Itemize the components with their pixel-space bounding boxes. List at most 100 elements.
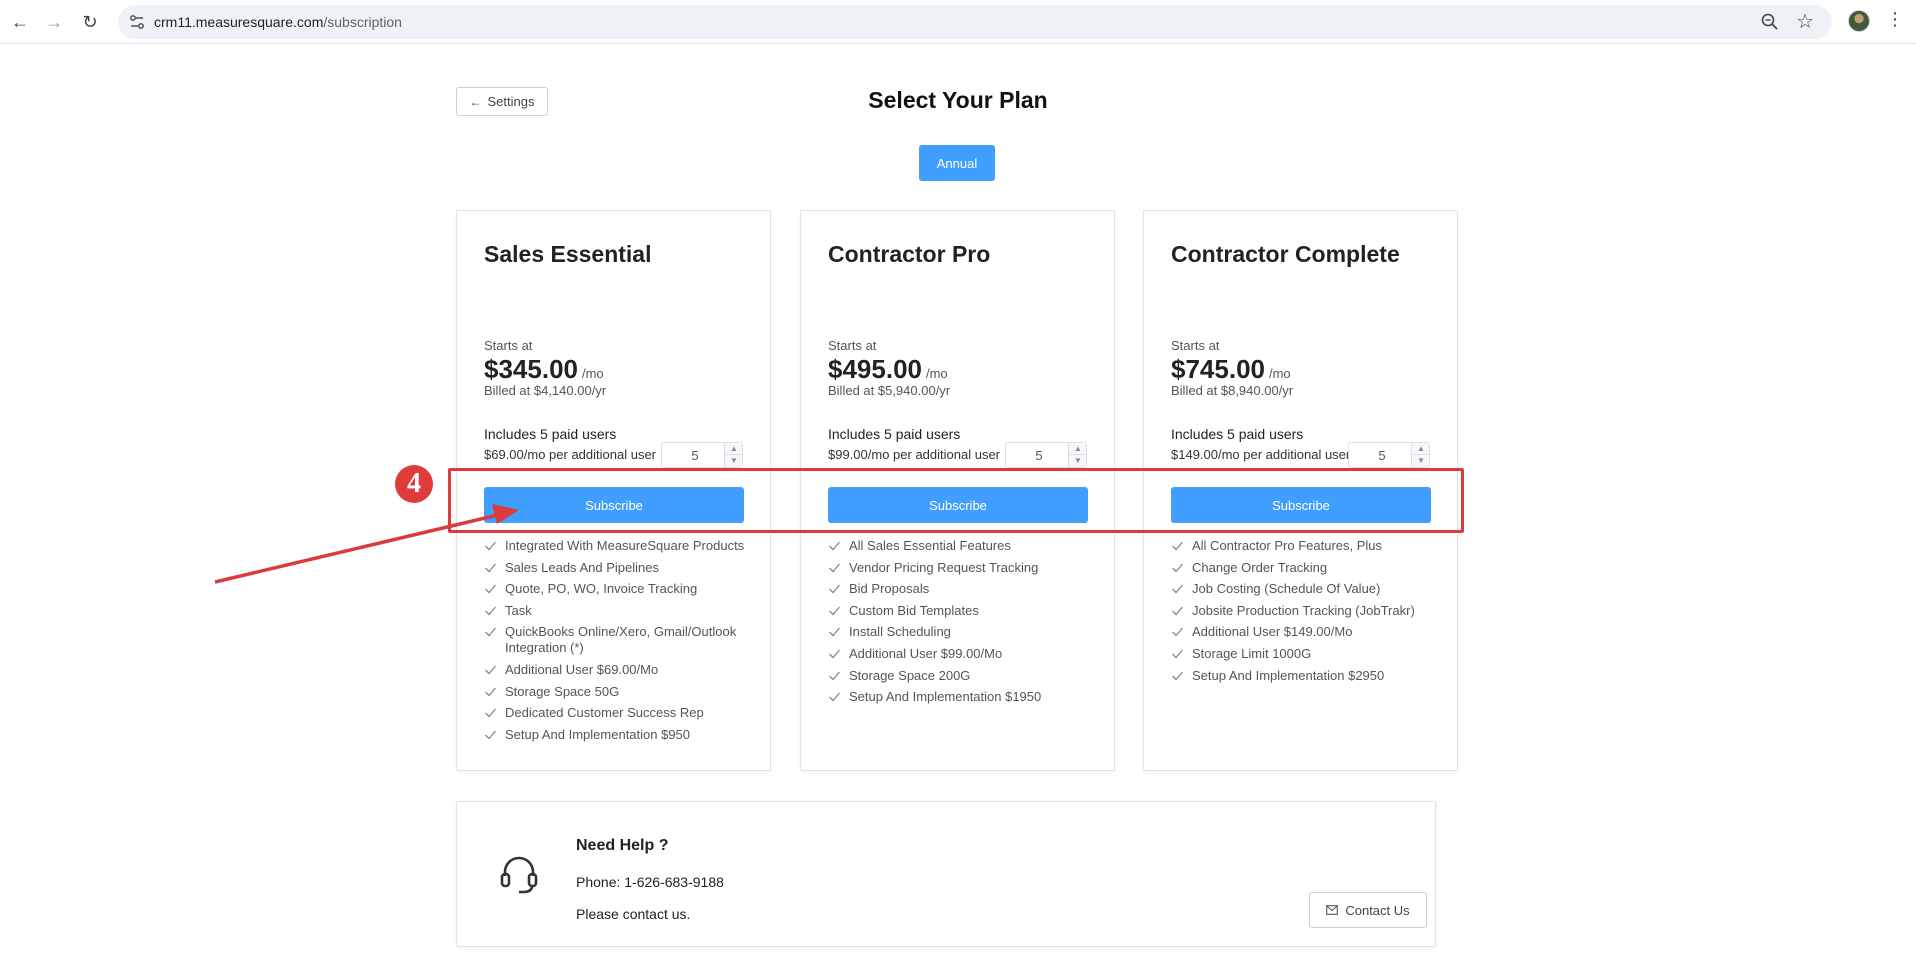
check-icon — [485, 627, 496, 637]
check-icon — [1172, 649, 1183, 659]
url-text: crm11.measuresquare.com/subscription — [154, 14, 402, 30]
feature-item: Change Order Tracking — [1171, 560, 1441, 576]
user-count-value[interactable]: 5 — [1006, 448, 1072, 463]
feature-list: Integrated With MeasureSquare Products S… — [484, 538, 754, 748]
forward-arrow-icon[interactable]: → — [40, 8, 68, 36]
additional-user-price: $99.00/mo per additional user — [828, 447, 1001, 462]
check-icon — [1172, 584, 1183, 594]
user-count-value[interactable]: 5 — [1349, 448, 1415, 463]
check-icon — [829, 692, 840, 702]
check-icon — [1172, 541, 1183, 551]
user-count-stepper[interactable]: 5 ▲ ▼ — [661, 442, 743, 468]
feature-item: Custom Bid Templates — [828, 603, 1098, 619]
feature-list: All Sales Essential Features Vendor Pric… — [828, 538, 1098, 711]
feature-item: Additional User $99.00/Mo — [828, 646, 1098, 662]
bookmark-star-icon[interactable]: ☆ — [1796, 9, 1814, 34]
check-icon — [485, 708, 496, 718]
included-users: Includes 5 paid users — [484, 426, 617, 442]
help-panel: Need Help ? Phone: 1-626-683-9188 Please… — [456, 801, 1436, 947]
feature-item: Integrated With MeasureSquare Products — [484, 538, 754, 554]
feature-item: Bid Proposals — [828, 581, 1098, 597]
user-count-stepper[interactable]: 5 ▲ ▼ — [1348, 442, 1430, 468]
feature-item: Additional User $149.00/Mo — [1171, 624, 1441, 640]
feature-item: Additional User $69.00/Mo — [484, 662, 754, 678]
check-icon — [485, 584, 496, 594]
included-users: Includes 5 paid users — [1171, 426, 1304, 442]
feature-item: Setup And Implementation $950 — [484, 727, 754, 743]
plan-name: Sales Essential — [484, 241, 652, 267]
reload-icon[interactable]: ↻ — [76, 8, 104, 36]
page-title: Select Your Plan — [868, 87, 1048, 113]
feature-item: Install Scheduling — [828, 624, 1098, 640]
plan-price: $495.00/mo — [828, 354, 948, 384]
check-icon — [485, 563, 496, 573]
annual-billing-button[interactable]: Annual — [919, 145, 995, 181]
address-bar[interactable]: crm11.measuresquare.com/subscription ☆ — [118, 5, 1832, 39]
additional-user-price: $149.00/mo per additional user — [1171, 447, 1351, 462]
user-count-value[interactable]: 5 — [662, 448, 728, 463]
site-settings-icon[interactable] — [128, 13, 146, 31]
contact-us-button[interactable]: Contact Us — [1309, 892, 1427, 928]
feature-item: Setup And Implementation $1950 — [828, 689, 1098, 705]
check-icon — [485, 730, 496, 740]
feature-list: All Contractor Pro Features, Plus Change… — [1171, 538, 1441, 689]
check-icon — [1172, 563, 1183, 573]
check-icon — [485, 606, 496, 616]
zoom-icon[interactable] — [1760, 12, 1780, 32]
check-icon — [485, 541, 496, 551]
billed-amount: Billed at $4,140.00/yr — [484, 383, 607, 398]
feature-item: QuickBooks Online/Xero, Gmail/Outlook In… — [484, 624, 754, 656]
user-count-stepper[interactable]: 5 ▲ ▼ — [1005, 442, 1087, 468]
check-icon — [829, 541, 840, 551]
help-phone: Phone: 1-626-683-9188 — [576, 874, 724, 890]
check-icon — [1172, 627, 1183, 637]
feature-item: Dedicated Customer Success Rep — [484, 705, 754, 721]
plan-price: $745.00/mo — [1171, 354, 1291, 384]
headset-icon — [500, 856, 538, 894]
feature-item: Task — [484, 603, 754, 619]
feature-item: Jobsite Production Tracking (JobTrakr) — [1171, 603, 1441, 619]
check-icon — [829, 627, 840, 637]
plan-card-contractor-pro: Contractor Pro Starts at $495.00/mo Bill… — [800, 210, 1115, 771]
check-icon — [485, 687, 496, 697]
feature-item: Storage Space 200G — [828, 668, 1098, 684]
plan-card-contractor-complete: Contractor Complete Starts at $745.00/mo… — [1143, 210, 1458, 771]
plan-price: $345.00/mo — [484, 354, 604, 384]
check-icon — [1172, 606, 1183, 616]
profile-avatar[interactable] — [1848, 10, 1870, 32]
feature-item: Setup And Implementation $2950 — [1171, 668, 1441, 684]
subscribe-button[interactable]: Subscribe — [1171, 487, 1431, 523]
feature-item: Job Costing (Schedule Of Value) — [1171, 581, 1441, 597]
check-icon — [485, 665, 496, 675]
increase-icon[interactable]: ▲ — [1412, 443, 1430, 455]
plan-card-sales-essential: Sales Essential Starts at $345.00/mo Bil… — [456, 210, 771, 771]
feature-item: Storage Limit 1000G — [1171, 646, 1441, 662]
check-icon — [829, 584, 840, 594]
subscribe-button[interactable]: Subscribe — [828, 487, 1088, 523]
feature-item: Storage Space 50G — [484, 684, 754, 700]
feature-item: Quote, PO, WO, Invoice Tracking — [484, 581, 754, 597]
increase-icon[interactable]: ▲ — [1069, 443, 1087, 455]
plan-name: Contractor Pro — [828, 241, 991, 267]
feature-item: Vendor Pricing Request Tracking — [828, 560, 1098, 576]
starts-at-label: Starts at — [484, 338, 533, 353]
feature-item: Sales Leads And Pipelines — [484, 560, 754, 576]
help-title: Need Help ? — [576, 837, 669, 854]
feature-item: All Contractor Pro Features, Plus — [1171, 538, 1441, 554]
billed-amount: Billed at $5,940.00/yr — [828, 383, 951, 398]
check-icon — [829, 671, 840, 681]
additional-user-price: $69.00/mo per additional user — [484, 447, 657, 462]
check-icon — [829, 563, 840, 573]
back-arrow-icon[interactable]: ← — [6, 8, 34, 36]
plan-name: Contractor Complete — [1171, 241, 1400, 267]
decrease-icon[interactable]: ▼ — [1069, 455, 1087, 467]
subscribe-button[interactable]: Subscribe — [484, 487, 744, 523]
decrease-icon[interactable]: ▼ — [725, 455, 743, 467]
starts-at-label: Starts at — [1171, 338, 1220, 353]
decrease-icon[interactable]: ▼ — [1412, 455, 1430, 467]
billed-amount: Billed at $8,940.00/yr — [1171, 383, 1294, 398]
increase-icon[interactable]: ▲ — [725, 443, 743, 455]
menu-kebab-icon[interactable]: ⋮ — [1886, 9, 1904, 30]
included-users: Includes 5 paid users — [828, 426, 961, 442]
check-icon — [829, 649, 840, 659]
